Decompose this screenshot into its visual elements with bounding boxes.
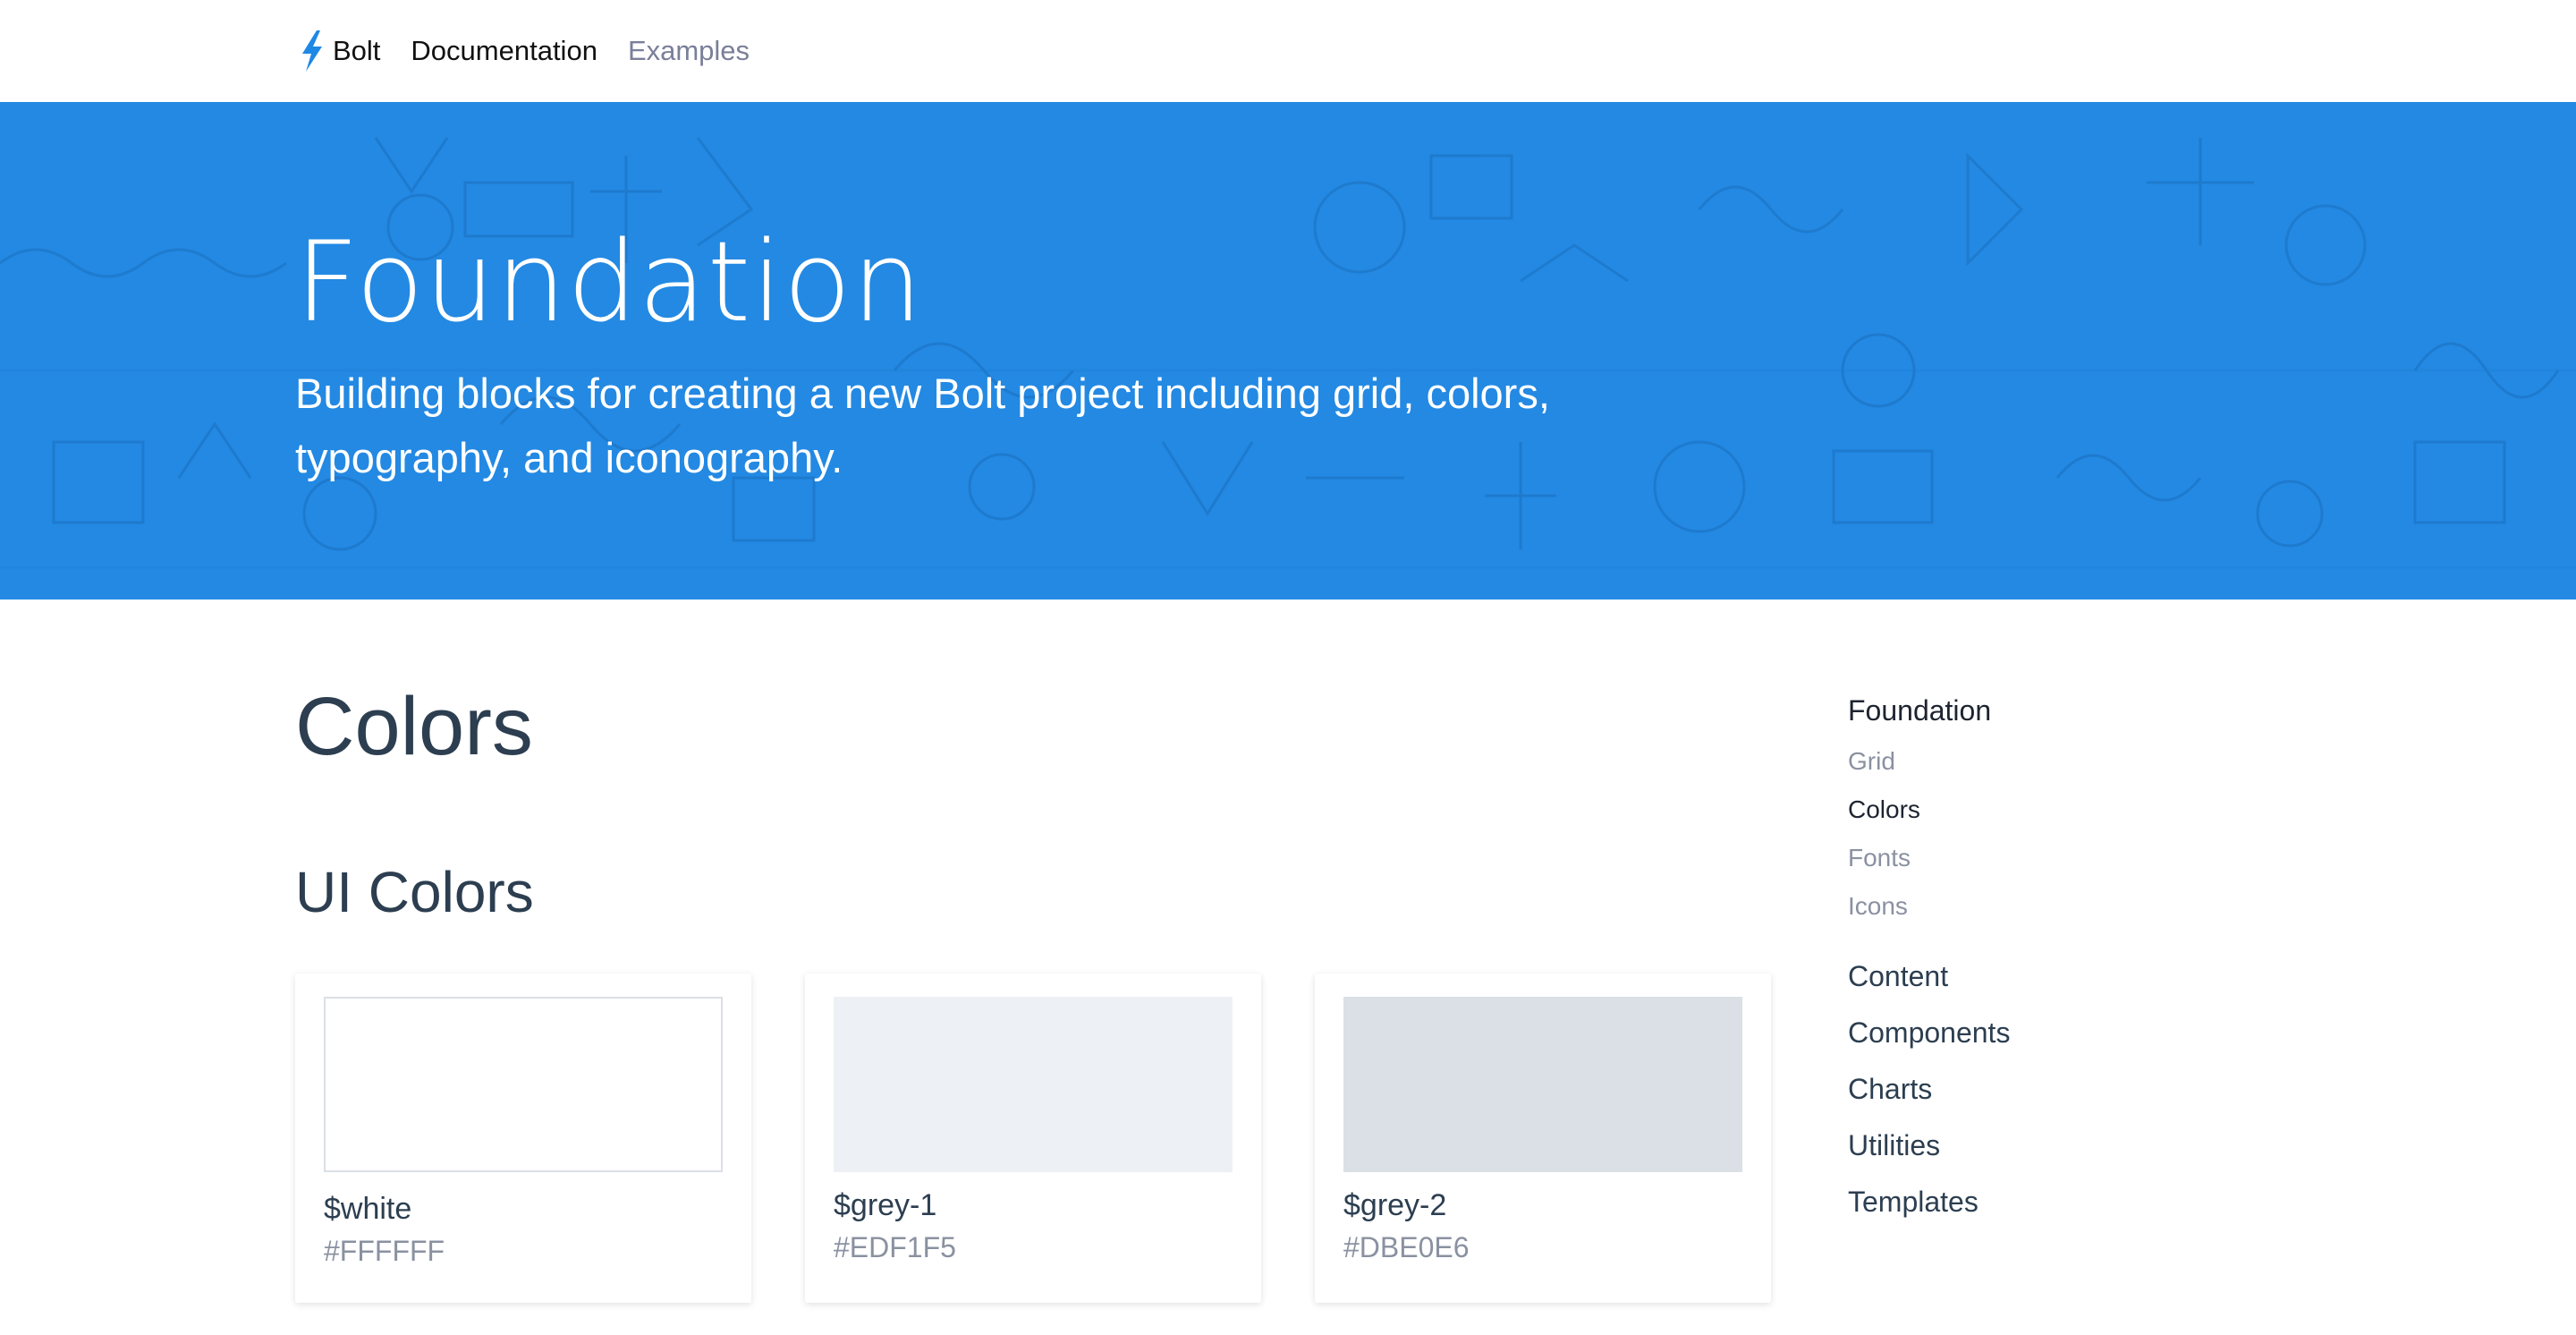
- sidebar-subitem-grid[interactable]: Grid: [1848, 747, 2010, 776]
- color-name: $grey-1: [834, 1188, 937, 1222]
- color-card-white: $white #FFFFFF: [295, 974, 751, 1303]
- sidebar-item-charts[interactable]: Charts: [1848, 1073, 2010, 1106]
- nav-link-documentation[interactable]: Documentation: [411, 35, 597, 67]
- color-card-grey-2: $grey-2 #DBE0E6: [1315, 974, 1771, 1303]
- color-hex: #FFFFFF: [324, 1235, 445, 1267]
- sidebar-item-templates[interactable]: Templates: [1848, 1186, 2010, 1219]
- hero-banner: Foundation Building blocks for creating …: [0, 102, 2576, 599]
- top-navbar: Bolt Documentation Examples: [0, 0, 2576, 102]
- color-swatch: [324, 997, 723, 1172]
- sidebar-subitem-icons[interactable]: Icons: [1848, 892, 2010, 921]
- color-name: $white: [324, 1192, 412, 1226]
- color-hex: #EDF1F5: [834, 1231, 956, 1263]
- hero-title: Foundation: [295, 218, 924, 347]
- sidebar-item-foundation[interactable]: Foundation: [1848, 694, 2010, 727]
- sidebar-item-components[interactable]: Components: [1848, 1016, 2010, 1050]
- color-hex: #DBE0E6: [1343, 1231, 1470, 1263]
- page-title: Colors: [295, 681, 533, 772]
- hero-background-pattern: [0, 137, 2576, 569]
- section-title: UI Colors: [295, 860, 534, 924]
- sidebar-nav: Foundation Grid Colors Fonts Icons Conte…: [1848, 694, 2010, 1219]
- nav-link-examples[interactable]: Examples: [628, 35, 750, 67]
- brand-name: Bolt: [333, 35, 381, 66]
- bolt-logo-icon: [302, 30, 322, 72]
- sidebar-item-content[interactable]: Content: [1848, 960, 2010, 993]
- color-swatch: [1343, 997, 1742, 1172]
- color-name: $grey-2: [1343, 1188, 1447, 1222]
- sidebar-subitem-colors[interactable]: Colors: [1848, 795, 2010, 824]
- brand-logo-link[interactable]: Bolt: [299, 30, 380, 72]
- sidebar-item-utilities[interactable]: Utilities: [1848, 1129, 2010, 1162]
- hero-subtitle: Building blocks for creating a new Bolt …: [295, 370, 1550, 481]
- sidebar-subitem-fonts[interactable]: Fonts: [1848, 844, 2010, 872]
- color-swatch: [834, 997, 1233, 1172]
- color-card-grey-1: $grey-1 #EDF1F5: [805, 974, 1261, 1303]
